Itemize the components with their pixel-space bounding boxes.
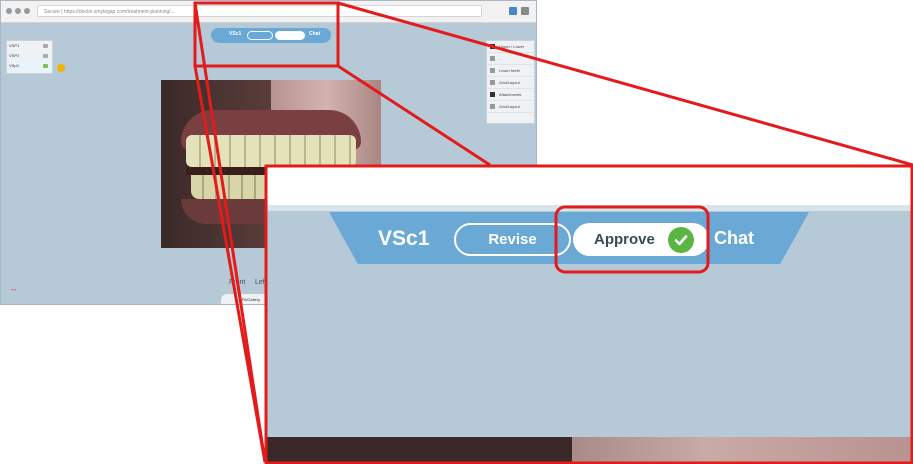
panel-item-label: Grid/Layout <box>499 104 520 109</box>
panel-item[interactable]: Upper / Lower <box>487 41 534 53</box>
reload-icon[interactable] <box>24 8 30 14</box>
option-icon <box>490 68 495 73</box>
inset-browser-area <box>265 165 913 206</box>
check-icon <box>43 54 48 58</box>
panel-item-label: ... <box>499 56 503 61</box>
small-toolbar: VSc1 Chat <box>211 28 331 43</box>
model-preview-light <box>572 437 913 464</box>
panel-item[interactable]: ... <box>487 53 534 65</box>
panel-item[interactable]: Attachments <box>487 89 534 101</box>
view-options-panel: Upper / Lower ... Lower teeth Grid/Layou… <box>486 40 535 124</box>
grid-icon <box>490 80 495 85</box>
extension-icon[interactable] <box>509 7 517 15</box>
small-approve-button[interactable] <box>275 31 305 40</box>
chat-link[interactable]: Chat <box>714 228 754 249</box>
zoomed-inset: VSc1 Revise Approve Chat <box>265 165 913 464</box>
toolbar-title: VSc1 <box>378 227 430 250</box>
jaw-icon <box>490 44 495 49</box>
check-icon <box>43 44 48 48</box>
panel-item-label: Lower teeth <box>499 68 520 73</box>
divider <box>265 205 913 211</box>
step-label: VSP1 <box>9 43 20 48</box>
step-label: VSP2 <box>9 53 20 58</box>
model-preview-dark <box>265 437 572 464</box>
step-label: VSp3 <box>9 63 19 68</box>
option-icon <box>490 56 495 61</box>
status-badge <box>57 64 65 72</box>
step-item[interactable]: VSP2 <box>7 51 52 61</box>
forward-icon[interactable] <box>15 8 21 14</box>
panel-item-label: Upper / Lower <box>499 44 525 49</box>
small-revise-button[interactable] <box>247 31 273 40</box>
grid-icon <box>490 104 495 109</box>
logo-mark: ꟷ <box>11 288 16 294</box>
step-item[interactable]: VSP1 <box>7 41 52 51</box>
panel-item[interactable]: Lower teeth <box>487 65 534 77</box>
check-icon[interactable] <box>668 227 694 253</box>
revise-button[interactable]: Revise <box>454 223 571 256</box>
panel-item-label: Attachments <box>499 92 522 97</box>
check-icon <box>674 235 688 246</box>
small-toolbar-title: VSc1 <box>229 31 242 37</box>
small-chat-link[interactable]: Chat <box>309 31 320 37</box>
url-field[interactable]: Secure | https://doctor.smylegap.com/tre… <box>37 5 482 17</box>
back-icon[interactable] <box>6 8 12 14</box>
gear-icon[interactable] <box>521 7 529 15</box>
check-icon <box>43 64 48 68</box>
view-front-button[interactable]: Front <box>229 279 245 286</box>
step-list: VSP1 VSP2 VSp3 <box>6 40 53 74</box>
browser-bar: Secure | https://doctor.smylegap.com/tre… <box>1 1 536 23</box>
step-item-active[interactable]: VSp3 <box>7 61 52 71</box>
attachment-icon <box>490 92 495 97</box>
panel-item-label: Grid/Layout <box>499 80 520 85</box>
panel-item[interactable]: Grid/Layout <box>487 77 534 89</box>
panel-item[interactable]: Grid/Layout <box>487 101 534 113</box>
